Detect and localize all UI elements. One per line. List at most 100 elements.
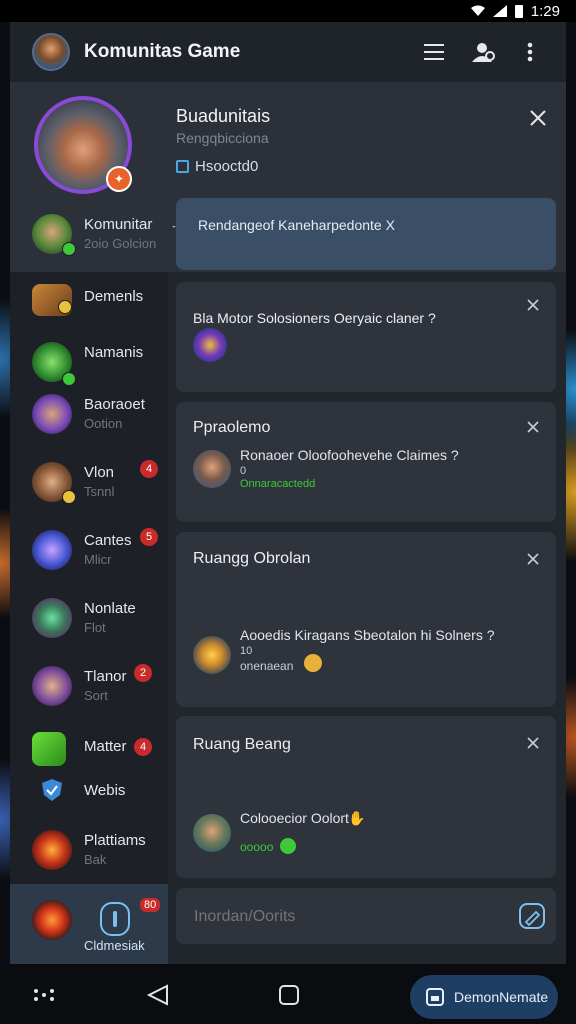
coin-icon <box>58 300 72 314</box>
card-title: Ruang Beang <box>193 736 291 753</box>
avatar <box>32 666 72 706</box>
sidebar-item-label: Baoraoet <box>84 396 145 413</box>
community-panel: ✦ Buadunitais Rengqbicciona Hsooctd0 Kom… <box>10 82 566 964</box>
sidebar-item-label: Demenls <box>84 288 144 305</box>
sidebar-item-sub: Tsnnl <box>84 484 115 499</box>
notification-badge: 5 <box>140 528 158 546</box>
message-card[interactable]: Ruang Beang Colooecior Oolort ✋ ooooo <box>176 716 556 878</box>
card-title: Ruangg Obrolan <box>193 550 311 567</box>
sidebar-item-label: Cantes <box>84 532 132 549</box>
sidebar-item-label: Matter <box>84 738 127 755</box>
home-square-icon <box>279 985 299 1005</box>
sidebar-item-sub: Ootion <box>84 416 123 431</box>
profile-checkbox[interactable]: Hsooctd0 <box>176 158 258 175</box>
header-avatar[interactable] <box>32 33 70 71</box>
sidebar-item-sub: Sort <box>84 688 108 703</box>
card-close-button[interactable] <box>522 548 544 570</box>
app-header: Komunitas Game <box>10 22 566 82</box>
voice-chat-icon <box>472 43 495 62</box>
action-button[interactable]: DemonNemate <box>410 975 558 1019</box>
sidebar-item-nonlate[interactable]: Nonlate Flot <box>10 590 168 650</box>
checkbox-icon <box>176 160 189 173</box>
card-meta-count: 10 <box>240 645 253 657</box>
message-card[interactable]: Ruangg Obrolan Aooedis Kiragans Sbeotalo… <box>176 532 556 707</box>
edit-icon[interactable] <box>518 902 546 930</box>
highlight-text: Rendangeof Kaneharpedonte X <box>198 217 395 233</box>
more-vertical-icon <box>527 42 533 62</box>
sidebar-item-vlon[interactable]: Vlon Tsnnl 4 <box>10 454 168 514</box>
menu-button[interactable] <box>414 32 454 72</box>
card-meta-count: 0 <box>240 465 247 477</box>
message-card[interactable]: Bla Motor Solosioners Oeryaic claner ? <box>176 282 556 392</box>
card-close-button[interactable] <box>522 416 544 438</box>
swords-icon <box>32 830 72 870</box>
action-button-label: DemonNemate <box>454 989 549 1005</box>
notification-badge: 4 <box>140 460 158 478</box>
shield-icon <box>100 902 130 936</box>
magic-icon <box>32 530 72 570</box>
sidebar-item-label: Plattiams <box>84 832 146 849</box>
save-icon <box>426 988 444 1006</box>
sidebar-item-namanis[interactable]: Namanis <box>10 334 168 394</box>
sidebar-item-label: Nonlate <box>84 600 136 617</box>
card-message: Aooedis Kiragans Sbeotalon hi Solners ? <box>240 627 495 643</box>
more-options-button[interactable] <box>510 32 550 72</box>
card-title: Ppraolemo <box>193 419 271 436</box>
close-icon <box>527 299 539 311</box>
sidebar-item-demenls[interactable]: Demenls <box>10 278 168 338</box>
card-avatar <box>193 328 227 362</box>
hand-icon: ✋ <box>348 810 366 826</box>
profile-subtitle: Rengqbicciona <box>176 130 269 146</box>
home-button[interactable] <box>275 981 303 1009</box>
avatar <box>32 394 72 434</box>
close-icon <box>527 737 539 749</box>
wifi-icon <box>470 5 485 16</box>
avatar <box>32 598 72 638</box>
sidebar-item-tlanor[interactable]: Tlanor Sort 2 <box>10 658 168 718</box>
profile-close-button[interactable] <box>524 104 552 132</box>
signal-icon <box>492 5 507 17</box>
close-icon <box>527 553 539 565</box>
sidebar-item-label: Webis <box>84 782 126 799</box>
highlight-banner[interactable]: Rendangeof Kaneharpedonte X <box>176 198 556 270</box>
card-avatar <box>193 450 231 488</box>
recent-apps-button[interactable] <box>30 981 58 1009</box>
card-close-button[interactable] <box>522 294 544 316</box>
profile-check-label: Hsooctd0 <box>195 158 259 175</box>
sidebar-item-baoraoet[interactable]: Baoraoet Ootion <box>10 386 168 446</box>
sidebar-item-label: Komunitar <box>84 216 153 233</box>
back-triangle-icon <box>146 984 168 1006</box>
card-message: Colooecior Oolort <box>240 810 349 826</box>
coin-icon <box>62 490 76 504</box>
notification-badge: 2 <box>134 664 152 682</box>
close-icon <box>527 421 539 433</box>
sidebar-item-sub: 2oio Golcion <box>84 236 157 251</box>
card-avatar <box>193 814 231 852</box>
card-close-button[interactable] <box>522 732 544 754</box>
back-button[interactable] <box>144 981 172 1009</box>
sidebar-item-selected[interactable]: Komunitar 2oio Golcion <box>10 206 168 266</box>
card-title: Bla Motor Solosioners Oeryaic claner ? <box>193 310 436 326</box>
sidebar-item-cantes[interactable]: Cantes Mlicr 5 <box>10 522 168 582</box>
status-bar: 1:29 <box>0 0 576 22</box>
medal-icon <box>304 654 322 672</box>
message-composer <box>176 888 556 944</box>
sidebar-item-sub: Flot <box>84 620 106 635</box>
sidebar-item-webis[interactable]: Webis <box>10 774 168 810</box>
online-dot-icon <box>62 372 76 386</box>
notification-badge: 80 <box>140 898 161 912</box>
message-card[interactable]: Ppraolemo Ronaoer Oloofoohevehe Claimes … <box>176 402 556 522</box>
grid-icon <box>34 989 54 1001</box>
bottom-tab-active[interactable]: 80 Cldmesiak <box>10 884 168 964</box>
card-meta-status: onenaean <box>240 659 294 673</box>
notification-badge: 4 <box>134 738 152 756</box>
card-avatar <box>193 636 231 674</box>
sidebar-item-plattiams[interactable]: Plattiams Bak <box>10 822 168 882</box>
online-dot-icon <box>62 242 76 256</box>
card-meta-status: Onnaracactedd <box>240 478 316 490</box>
voice-button[interactable] <box>462 32 502 72</box>
sidebar-item-label: Namanis <box>84 344 144 361</box>
message-input[interactable] <box>194 908 494 926</box>
shield-check-icon <box>42 779 62 801</box>
status-time: 1:29 <box>530 2 560 20</box>
